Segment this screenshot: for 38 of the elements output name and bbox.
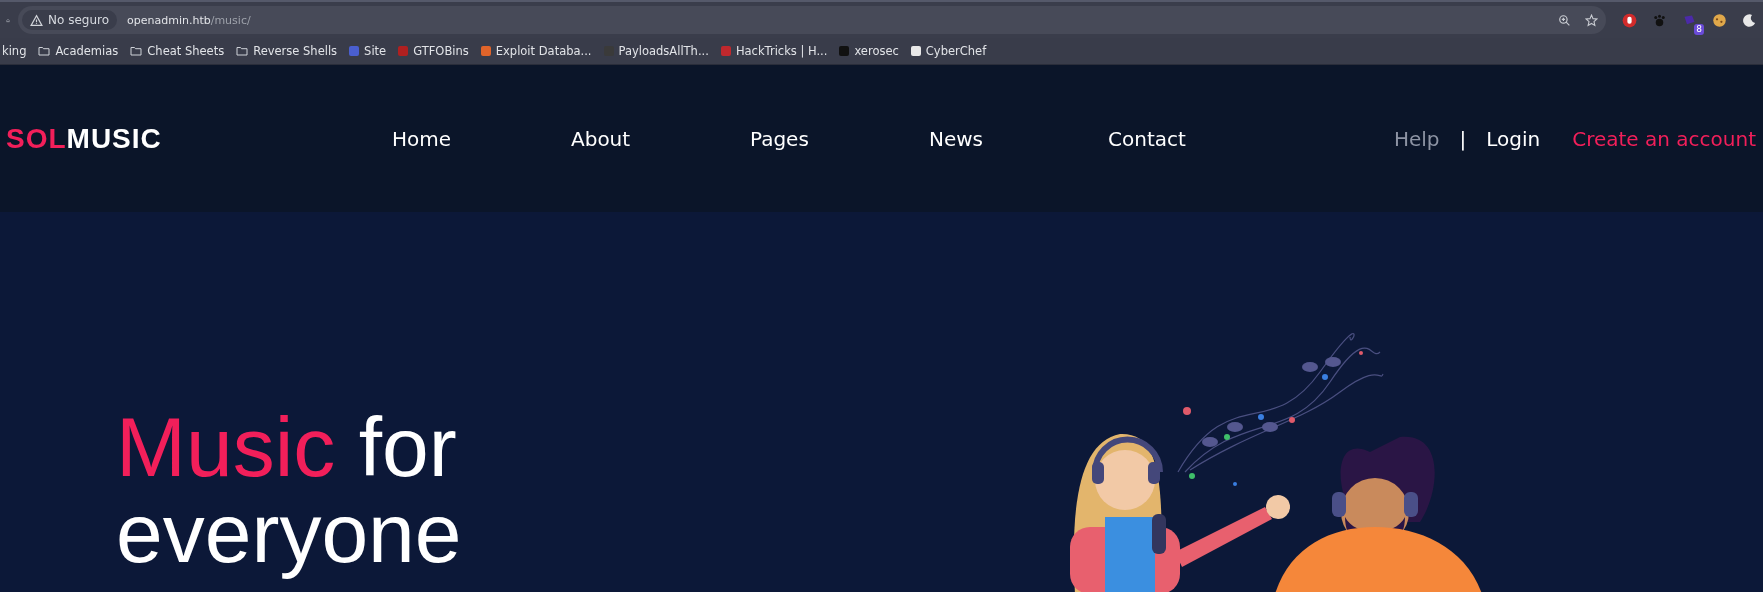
cookie-icon[interactable] (1712, 12, 1727, 28)
star-icon[interactable] (1585, 13, 1598, 27)
bookmark-label: xerosec (854, 44, 899, 58)
account-link[interactable]: Login (1486, 126, 1541, 151)
bookmark-label: Cheat Sheets (147, 44, 225, 58)
nav-link[interactable]: Contact (1108, 126, 1287, 151)
bookmark-label: Academias (55, 44, 119, 58)
security-label: No seguro (48, 13, 109, 27)
bookmark-item[interactable]: Cheat Sheets (130, 44, 225, 58)
bookmark-label: Reverse Shells (253, 44, 338, 58)
account-link[interactable]: Help (1393, 126, 1440, 151)
separator: | (1459, 126, 1467, 151)
bookmark-item[interactable]: xerosec (839, 44, 899, 58)
folder-icon (38, 46, 51, 56)
address-bar[interactable]: No seguro openadmin.htb/music/ (18, 6, 1606, 34)
nav-link[interactable]: About (571, 126, 750, 151)
nav-link[interactable]: Pages (750, 126, 929, 151)
security-chip[interactable]: No seguro (22, 10, 117, 30)
bookmark-item[interactable]: king (2, 44, 27, 58)
bookmark-item[interactable]: Reverse Shells (236, 44, 338, 58)
nav-link[interactable]: Home (392, 126, 571, 151)
account-link[interactable]: Create an account (1572, 126, 1756, 151)
folder-icon (130, 46, 143, 56)
nav-link[interactable]: News (929, 126, 1108, 151)
bookmark-item[interactable]: Academias (38, 44, 119, 58)
bookmark-label: GTFOBins (413, 44, 469, 58)
moon-icon[interactable] (1742, 12, 1757, 28)
bookmark-item[interactable]: GTFOBins (398, 44, 469, 58)
bookmark-label: Site (364, 44, 387, 58)
site-logo[interactable]: SOLMUSIC (6, 122, 178, 155)
warning-icon (30, 13, 43, 27)
extension-badge: 8 (1694, 23, 1704, 35)
bookmark-item[interactable]: CyberChef (910, 44, 987, 58)
folder-icon (236, 46, 249, 56)
url-text: openadmin.htb/music/ (127, 13, 251, 27)
zoom-icon[interactable] (1558, 13, 1571, 27)
bookmark-label: CyberChef (925, 44, 987, 58)
bookmark-item[interactable]: Site (349, 44, 387, 58)
